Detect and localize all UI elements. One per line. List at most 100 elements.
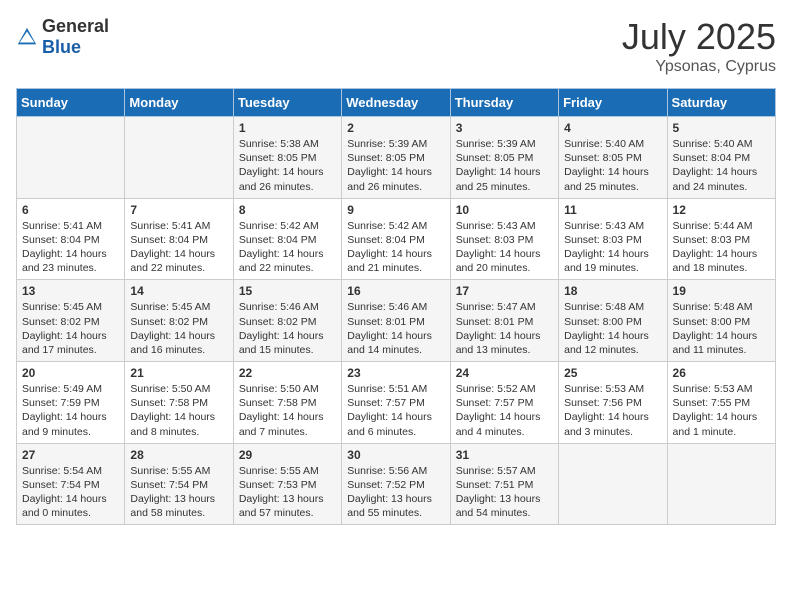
calendar-cell: 24Sunrise: 5:52 AMSunset: 7:57 PMDayligh… — [450, 362, 558, 444]
cell-content: Sunrise: 5:43 AMSunset: 8:03 PMDaylight:… — [564, 219, 661, 276]
calendar-cell: 15 Sunrise: 5:46 AMSunset: 8:02 PMDayligh… — [233, 280, 341, 362]
day-number: 23 — [347, 366, 444, 380]
day-number: 5 — [673, 121, 770, 135]
day-number: 3 — [456, 121, 553, 135]
title-block: July 2025 Ypsonas, Cyprus — [622, 16, 776, 76]
day-number: 27 — [22, 448, 119, 462]
calendar-cell — [559, 443, 667, 525]
day-number: 20 — [22, 366, 119, 380]
logo-text-general: General — [42, 16, 109, 36]
column-header-tuesday: Tuesday — [233, 89, 341, 117]
cell-content: Sunrise: 5:40 AMSunset: 8:05 PMDaylight:… — [564, 137, 661, 194]
day-number: 18 — [564, 284, 661, 298]
calendar-cell: 5 Sunrise: 5:40 AMSunset: 8:04 PMDaylight… — [667, 117, 775, 199]
calendar-cell: 3Sunrise: 5:39 AMSunset: 8:05 PMDaylight… — [450, 117, 558, 199]
day-number: 4 — [564, 121, 661, 135]
day-number: 26 — [673, 366, 770, 380]
cell-content: Sunrise: 5:49 AMSunset: 7:59 PMDaylight:… — [22, 382, 119, 439]
calendar-header-row: SundayMondayTuesdayWednesdayThursdayFrid… — [17, 89, 776, 117]
calendar-cell: 20 Sunrise: 5:49 AMSunset: 7:59 PMDayligh… — [17, 362, 125, 444]
day-number: 17 — [456, 284, 553, 298]
calendar-week-row: 20 Sunrise: 5:49 AMSunset: 7:59 PMDayligh… — [17, 362, 776, 444]
calendar-cell: 17 Sunrise: 5:47 AMSunset: 8:01 PMDayligh… — [450, 280, 558, 362]
day-number: 30 — [347, 448, 444, 462]
cell-content: Sunrise: 5:45 AMSunset: 8:02 PMDaylight:… — [22, 300, 119, 357]
calendar-cell: 19 Sunrise: 5:48 AMSunset: 8:00 PMDayligh… — [667, 280, 775, 362]
calendar-cell: 9 Sunrise: 5:42 AMSunset: 8:04 PMDaylight… — [342, 198, 450, 280]
day-number: 16 — [347, 284, 444, 298]
calendar-cell: 1 Sunrise: 5:38 AMSunset: 8:05 PMDaylight… — [233, 117, 341, 199]
day-number: 19 — [673, 284, 770, 298]
column-header-saturday: Saturday — [667, 89, 775, 117]
cell-content: Sunrise: 5:46 AMSunset: 8:01 PMDaylight:… — [347, 300, 444, 357]
calendar-cell: 11 Sunrise: 5:43 AMSunset: 8:03 PMDayligh… — [559, 198, 667, 280]
cell-content: Sunrise: 5:55 AMSunset: 7:54 PMDaylight:… — [130, 464, 227, 521]
logo-text-blue: Blue — [42, 37, 81, 57]
page-header: General Blue July 2025 Ypsonas, Cyprus — [16, 16, 776, 76]
day-number: 12 — [673, 203, 770, 217]
column-header-sunday: Sunday — [17, 89, 125, 117]
cell-content: Sunrise: 5:51 AMSunset: 7:57 PMDaylight:… — [347, 382, 444, 439]
cell-content: Sunrise: 5:41 AMSunset: 8:04 PMDaylight:… — [130, 219, 227, 276]
calendar-cell: 31 Sunrise: 5:57 AMSunset: 7:51 PMDayligh… — [450, 443, 558, 525]
calendar-cell: 21Sunrise: 5:50 AMSunset: 7:58 PMDayligh… — [125, 362, 233, 444]
calendar-cell: 4 Sunrise: 5:40 AMSunset: 8:05 PMDaylight… — [559, 117, 667, 199]
cell-content: Sunrise: 5:39 AMSunset: 8:05 PMDaylight:… — [347, 137, 444, 194]
column-header-thursday: Thursday — [450, 89, 558, 117]
cell-content: Sunrise: 5:41 AMSunset: 8:04 PMDaylight:… — [22, 219, 119, 276]
day-number: 22 — [239, 366, 336, 380]
day-number: 25 — [564, 366, 661, 380]
day-number: 31 — [456, 448, 553, 462]
calendar-cell: 26 Sunrise: 5:53 AMSunset: 7:55 PMDayligh… — [667, 362, 775, 444]
calendar-week-row: 27 Sunrise: 5:54 AMSunset: 7:54 PMDayligh… — [17, 443, 776, 525]
calendar-week-row: 13 Sunrise: 5:45 AMSunset: 8:02 PMDayligh… — [17, 280, 776, 362]
day-number: 28 — [130, 448, 227, 462]
calendar-cell: 29Sunrise: 5:55 AMSunset: 7:53 PMDayligh… — [233, 443, 341, 525]
cell-content: Sunrise: 5:57 AMSunset: 7:51 PMDaylight:… — [456, 464, 553, 521]
day-number: 11 — [564, 203, 661, 217]
cell-content: Sunrise: 5:47 AMSunset: 8:01 PMDaylight:… — [456, 300, 553, 357]
location-title: Ypsonas, Cyprus — [622, 58, 776, 76]
cell-content: Sunrise: 5:42 AMSunset: 8:04 PMDaylight:… — [347, 219, 444, 276]
calendar-cell: 22Sunrise: 5:50 AMSunset: 7:58 PMDayligh… — [233, 362, 341, 444]
day-number: 13 — [22, 284, 119, 298]
cell-content: Sunrise: 5:40 AMSunset: 8:04 PMDaylight:… — [673, 137, 770, 194]
calendar-cell — [17, 117, 125, 199]
cell-content: Sunrise: 5:45 AMSunset: 8:02 PMDaylight:… — [130, 300, 227, 357]
cell-content: Sunrise: 5:54 AMSunset: 7:54 PMDaylight:… — [22, 464, 119, 521]
cell-content: Sunrise: 5:43 AMSunset: 8:03 PMDaylight:… — [456, 219, 553, 276]
month-title: July 2025 — [622, 16, 776, 58]
cell-content: Sunrise: 5:56 AMSunset: 7:52 PMDaylight:… — [347, 464, 444, 521]
cell-content: Sunrise: 5:55 AMSunset: 7:53 PMDaylight:… — [239, 464, 336, 521]
calendar-cell: 16 Sunrise: 5:46 AMSunset: 8:01 PMDayligh… — [342, 280, 450, 362]
logo-icon — [16, 26, 38, 48]
day-number: 6 — [22, 203, 119, 217]
calendar-cell: 30 Sunrise: 5:56 AMSunset: 7:52 PMDayligh… — [342, 443, 450, 525]
calendar-cell: 25 Sunrise: 5:53 AMSunset: 7:56 PMDayligh… — [559, 362, 667, 444]
cell-content: Sunrise: 5:38 AMSunset: 8:05 PMDaylight:… — [239, 137, 336, 194]
cell-content: Sunrise: 5:48 AMSunset: 8:00 PMDaylight:… — [564, 300, 661, 357]
calendar-cell: 10Sunrise: 5:43 AMSunset: 8:03 PMDayligh… — [450, 198, 558, 280]
cell-content: Sunrise: 5:48 AMSunset: 8:00 PMDaylight:… — [673, 300, 770, 357]
cell-content: Sunrise: 5:46 AMSunset: 8:02 PMDaylight:… — [239, 300, 336, 357]
calendar-week-row: 1 Sunrise: 5:38 AMSunset: 8:05 PMDaylight… — [17, 117, 776, 199]
day-number: 14 — [130, 284, 227, 298]
calendar-week-row: 6 Sunrise: 5:41 AMSunset: 8:04 PMDaylight… — [17, 198, 776, 280]
day-number: 7 — [130, 203, 227, 217]
calendar-cell: 7 Sunrise: 5:41 AMSunset: 8:04 PMDaylight… — [125, 198, 233, 280]
cell-content: Sunrise: 5:53 AMSunset: 7:56 PMDaylight:… — [564, 382, 661, 439]
calendar-cell: 23 Sunrise: 5:51 AMSunset: 7:57 PMDayligh… — [342, 362, 450, 444]
cell-content: Sunrise: 5:53 AMSunset: 7:55 PMDaylight:… — [673, 382, 770, 439]
cell-content: Sunrise: 5:42 AMSunset: 8:04 PMDaylight:… — [239, 219, 336, 276]
logo: General Blue — [16, 16, 109, 58]
column-header-friday: Friday — [559, 89, 667, 117]
cell-content: Sunrise: 5:44 AMSunset: 8:03 PMDaylight:… — [673, 219, 770, 276]
calendar-cell: 12 Sunrise: 5:44 AMSunset: 8:03 PMDayligh… — [667, 198, 775, 280]
day-number: 15 — [239, 284, 336, 298]
calendar-cell: 6 Sunrise: 5:41 AMSunset: 8:04 PMDaylight… — [17, 198, 125, 280]
day-number: 9 — [347, 203, 444, 217]
day-number: 24 — [456, 366, 553, 380]
calendar-cell: 14 Sunrise: 5:45 AMSunset: 8:02 PMDayligh… — [125, 280, 233, 362]
day-number: 1 — [239, 121, 336, 135]
day-number: 8 — [239, 203, 336, 217]
